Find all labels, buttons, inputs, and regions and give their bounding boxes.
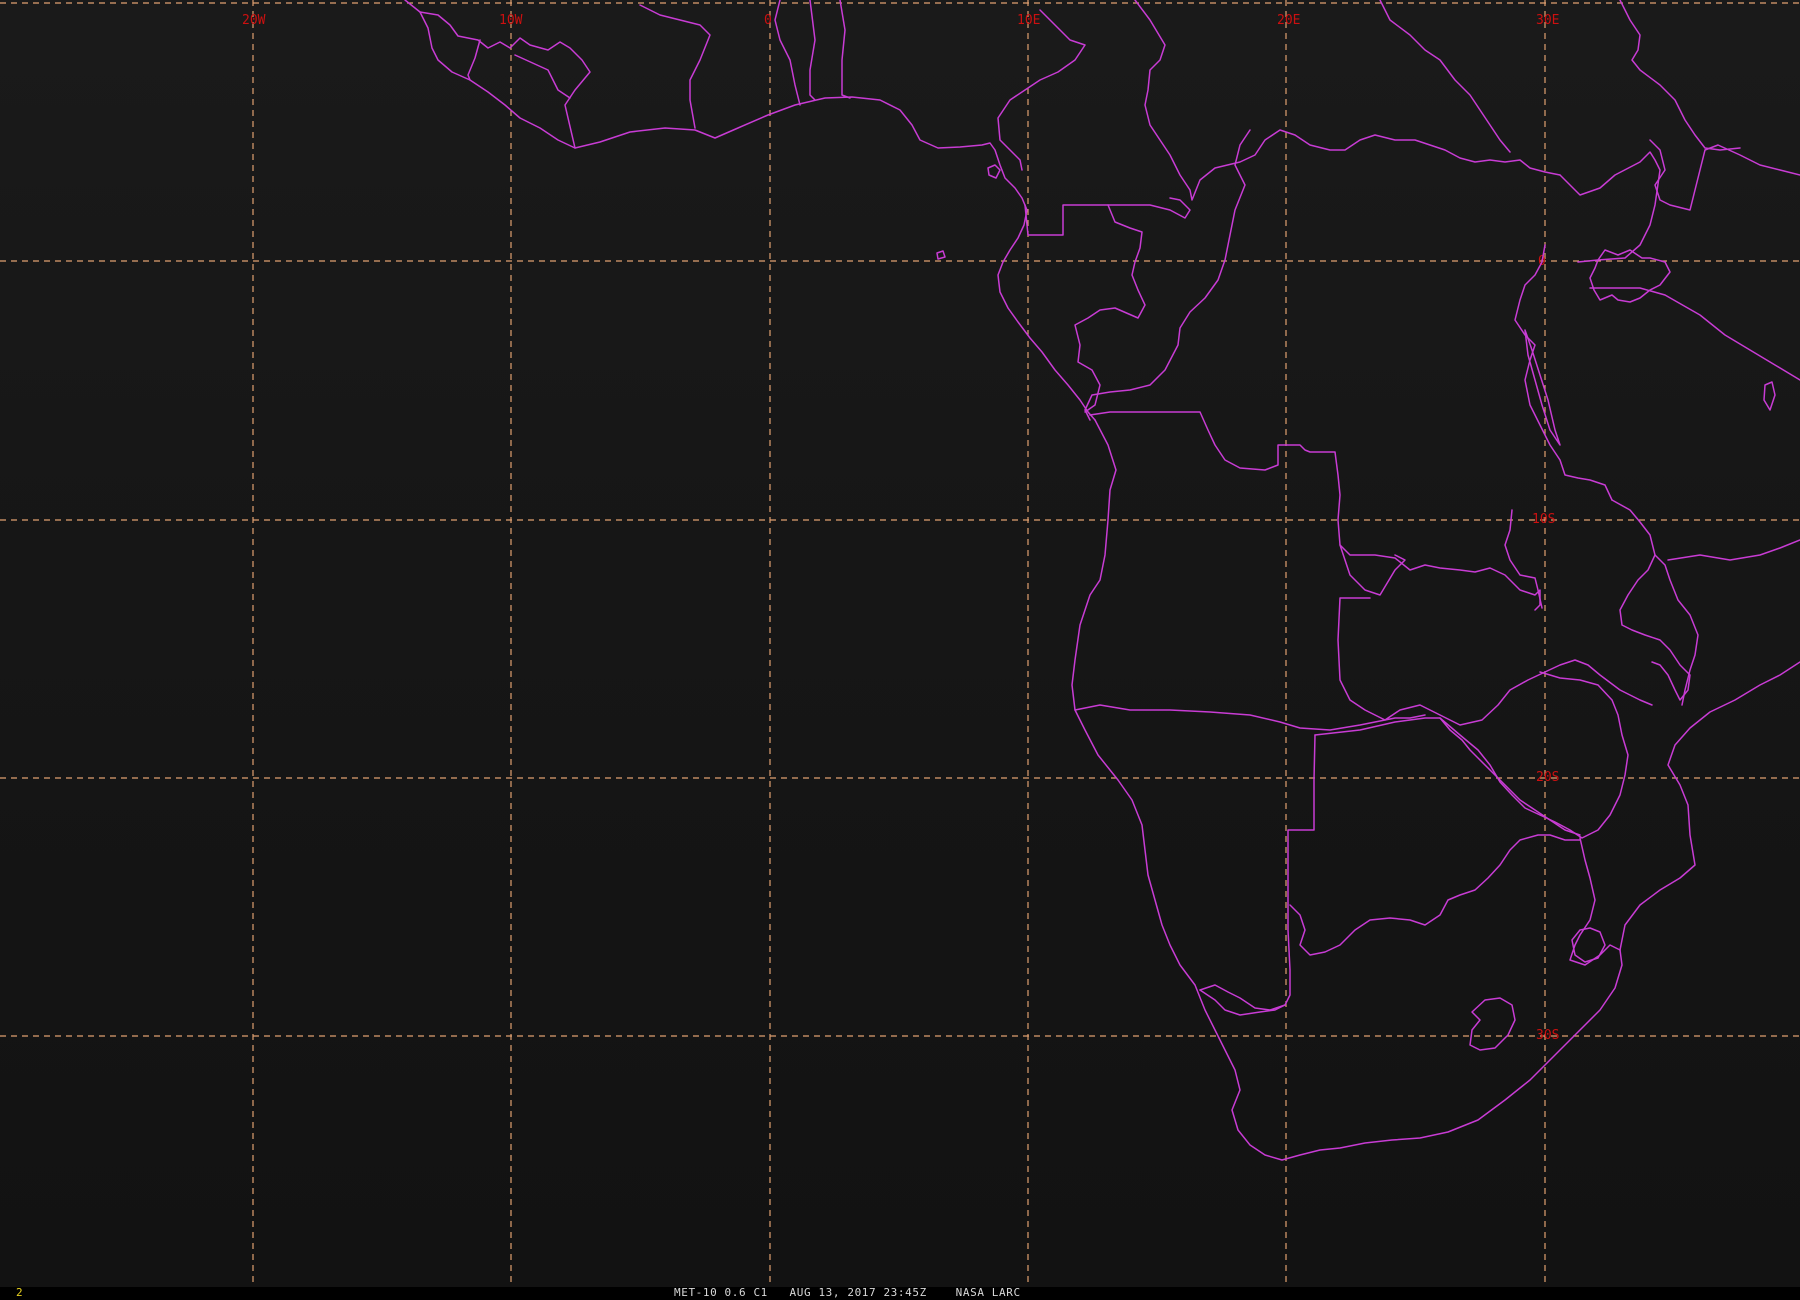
border-malawi-mozambique: [1654, 539, 1800, 706]
border-south-sudan-uganda: [1559, 151, 1661, 263]
border-sudan: [1379, 0, 1741, 153]
lon-label-30e: 30E: [1536, 13, 1559, 28]
border-lesotho: [1469, 997, 1516, 1051]
latitude-labels: 0 10S 20S 30S: [1532, 254, 1559, 1043]
lat-label-10s: 10S: [1532, 512, 1555, 527]
island-bioko: [987, 164, 1001, 179]
border-zimbabwe: [1439, 671, 1629, 839]
lat-label-20s: 20S: [1536, 770, 1559, 785]
border-chad-car: [1134, 0, 1561, 201]
coastline-southwest-africa: [1071, 419, 1623, 1161]
longitude-labels: 20W 10W 0 10E 20E 30E: [242, 13, 1559, 28]
border-botswana-west: [1199, 734, 1316, 1011]
border-congo-drc: [1074, 204, 1146, 413]
border-nigeria-cameroon: [997, 9, 1086, 171]
border-drc-west: [1084, 129, 1251, 421]
lon-label-20e: 20E: [1277, 13, 1300, 28]
island-zanzibar: [1763, 381, 1776, 411]
border-burkina-togo: [774, 0, 816, 106]
border-nigeria-benin: [839, 0, 851, 99]
border-botswana-south: [1289, 834, 1581, 956]
border-lake-tanganyika: [1524, 329, 1561, 446]
border-mozambique-south: [1569, 837, 1621, 966]
coastline-west-africa: [404, 0, 1096, 421]
border-drc-angola: [1089, 411, 1541, 611]
border-angola-south: [1337, 597, 1653, 726]
lon-label-20w: 20W: [242, 13, 266, 28]
lon-label-0: 0: [764, 13, 772, 28]
border-ethiopia-kenya: [1649, 139, 1800, 211]
border-sahel-west: [419, 11, 591, 149]
parallel-lines: [0, 2, 1800, 1037]
border-namibia-north: [1074, 704, 1426, 731]
frame-number: 2: [16, 1286, 23, 1299]
image-caption: MET-10 0.6 C1 AUG 13, 2017 23:45Z NASA L…: [674, 1286, 1021, 1299]
border-namibia-south-africa: [1199, 989, 1286, 1016]
coastline-east-africa: [1619, 661, 1800, 951]
lon-label-10e: 10E: [1017, 13, 1040, 28]
map-canvas: 20W 10W 0 10E 20E 30E 0 10S 20S 30S: [0, 0, 1800, 1287]
border-eswatini: [1571, 927, 1606, 963]
border-tanzania: [1589, 287, 1800, 381]
border-gabon-congo: [1024, 197, 1191, 236]
country-borders: [404, 0, 1800, 1161]
lat-label-30s: 30S: [1536, 1028, 1559, 1043]
border-angola-zambia: [1339, 544, 1406, 596]
satellite-map: 20W 10W 0 10E 20E 30E 0 10S 20S 30S 2 ME…: [0, 0, 1800, 1300]
meridian-lines: [252, 0, 1546, 1287]
border-lake-victoria: [1589, 249, 1671, 303]
border-ghana-ivory: [639, 4, 711, 129]
island-sao-tome: [936, 250, 946, 260]
lon-label-10w: 10W: [499, 13, 523, 28]
border-great-lakes: [1514, 244, 1613, 501]
